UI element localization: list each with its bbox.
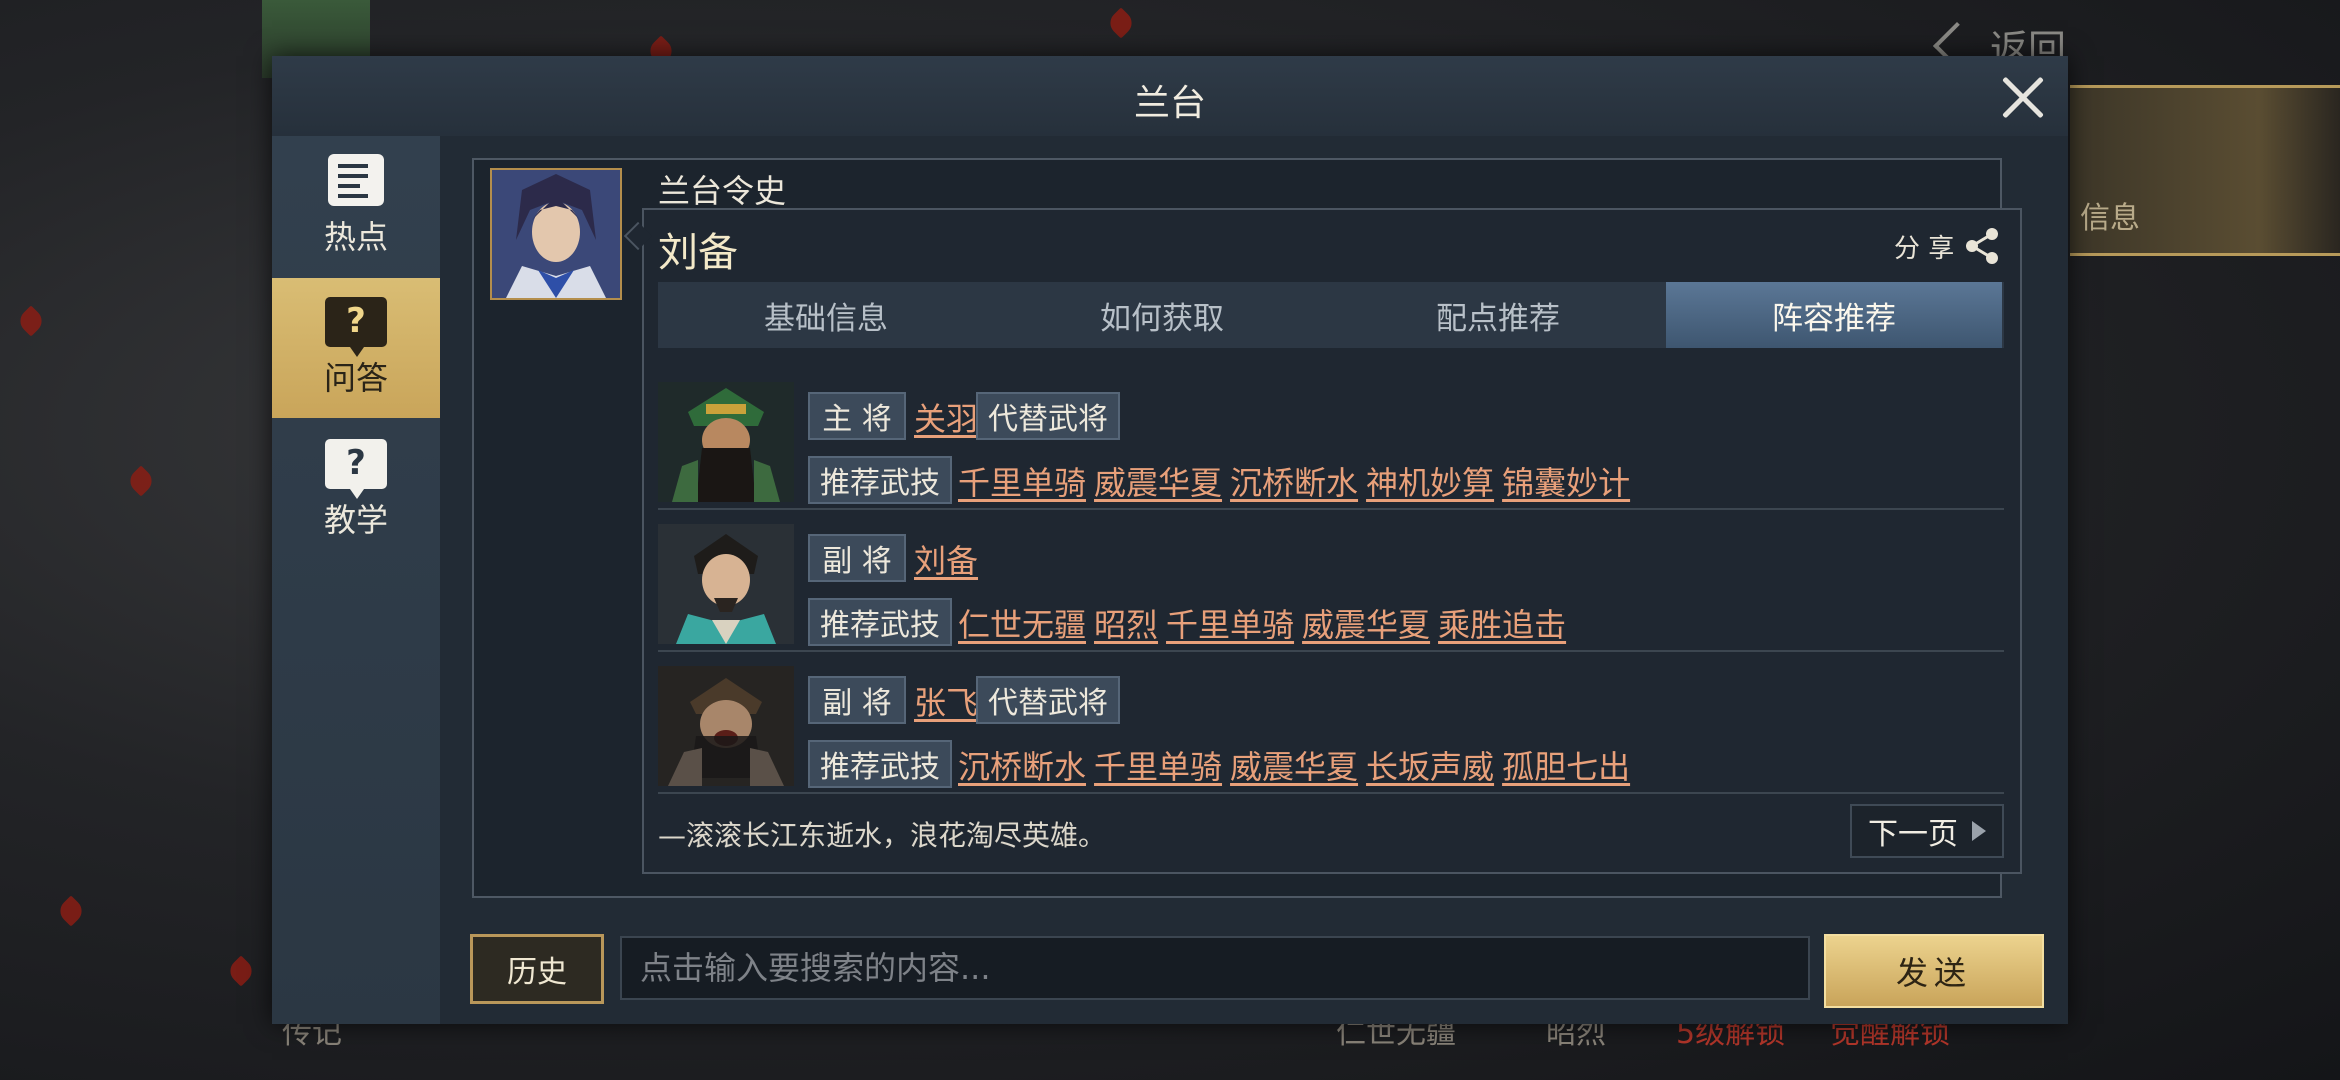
- play-arrow-icon: [1972, 821, 1986, 841]
- tab-basic-info[interactable]: 基础信息: [658, 282, 994, 348]
- maple-leaf-decoration: [1105, 7, 1137, 39]
- maple-leaf-decoration: [225, 955, 257, 987]
- role-badge: 主 将: [808, 392, 906, 440]
- role-badge: 副 将: [808, 676, 906, 724]
- sidebar-item-label: 教学: [323, 501, 388, 539]
- next-page-button[interactable]: 下一页: [1850, 804, 2004, 858]
- skill-link[interactable]: 昭烈: [1094, 600, 1158, 646]
- lantai-dialog: 兰台 热点 ? 问答 ? 教学 兰台令史 刘备 分 享 基础信息 如何获取 配点…: [272, 56, 2068, 1024]
- next-page-label: 下一页: [1868, 817, 1958, 852]
- tab-how-to-obtain[interactable]: 如何获取: [994, 282, 1330, 348]
- share-label: 分 享: [1894, 233, 1955, 264]
- skill-link[interactable]: 孤胆七出: [1502, 742, 1630, 788]
- search-input[interactable]: [620, 936, 1810, 1000]
- maple-leaf-decoration: [125, 465, 157, 497]
- answer-tabs: 基础信息 如何获取 配点推荐 阵容推荐: [658, 282, 2004, 348]
- lineup-row: 副 将 刘备 推荐武技 仁世无疆 昭烈 千里单骑 威震华夏 乘胜追击: [658, 510, 2004, 650]
- skill-link[interactable]: 神机妙算: [1366, 458, 1494, 504]
- skill-link[interactable]: 仁世无疆: [958, 600, 1086, 646]
- skill-link[interactable]: 沉桥断水: [958, 742, 1086, 788]
- general-link[interactable]: 关羽: [914, 394, 978, 440]
- sidebar-item-teach[interactable]: ? 教学: [272, 420, 440, 560]
- question-icon: ?: [325, 297, 387, 357]
- hero-name: 刘备: [658, 230, 738, 276]
- skill-link[interactable]: 威震华夏: [1230, 742, 1358, 788]
- skill-link[interactable]: 锦囊妙计: [1502, 458, 1630, 504]
- skill-link[interactable]: 威震华夏: [1302, 600, 1430, 646]
- question-icon: ?: [325, 439, 387, 499]
- general-link[interactable]: 刘备: [914, 536, 978, 582]
- alt-general-badge[interactable]: 代替武将: [976, 392, 1120, 440]
- send-button[interactable]: 发送: [1824, 934, 2044, 1008]
- history-button[interactable]: 历史: [470, 934, 604, 1004]
- skill-list: 千里单骑 威震华夏 沉桥断水 神机妙算 锦囊妙计: [958, 458, 1630, 504]
- skill-link[interactable]: 威震华夏: [1094, 458, 1222, 504]
- skill-link[interactable]: 千里单骑: [1094, 742, 1222, 788]
- row-divider: [658, 792, 2004, 794]
- skill-link[interactable]: 长坂声威: [1366, 742, 1494, 788]
- lineup-row: 副 将 张飞 代替武将 推荐武技 沉桥断水 千里单骑 威震华夏 长坂声威 孤胆七…: [658, 652, 2004, 792]
- sidebar-item-label: 热点: [323, 218, 388, 256]
- alt-general-badge[interactable]: 代替武将: [976, 676, 1120, 724]
- dialog-titlebar: 兰台: [272, 56, 2068, 137]
- general-portrait: [658, 666, 794, 786]
- background-info-panel: 信息: [2070, 85, 2340, 256]
- skill-label-badge: 推荐武技: [808, 598, 952, 646]
- skill-label-badge: 推荐武技: [808, 456, 952, 504]
- maple-leaf-decoration: [15, 305, 47, 337]
- dialog-title: 兰台: [1133, 83, 1206, 124]
- skill-list: 仁世无疆 昭烈 千里单骑 威震华夏 乘胜追击: [958, 600, 1566, 646]
- sidebar: 热点 ? 问答 ? 教学: [272, 136, 440, 1024]
- skill-link[interactable]: 千里单骑: [1166, 600, 1294, 646]
- background-info-label: 信息: [2080, 201, 2140, 236]
- speaker-name: 兰台令史: [658, 172, 787, 210]
- document-icon: [328, 154, 384, 206]
- share-button[interactable]: 分 享: [1894, 226, 2002, 266]
- maple-leaf-decoration: [55, 895, 87, 927]
- tab-stat-points[interactable]: 配点推荐: [1330, 282, 1666, 348]
- skill-link[interactable]: 乘胜追击: [1438, 600, 1566, 646]
- general-portrait: [658, 524, 794, 644]
- skill-link[interactable]: 沉桥断水: [1230, 458, 1358, 504]
- skill-list: 沉桥断水 千里单骑 威震华夏 长坂声威 孤胆七出: [958, 742, 1630, 788]
- sidebar-item-label: 问答: [323, 359, 388, 397]
- speaker-avatar: [490, 168, 622, 300]
- close-icon[interactable]: [1998, 72, 2048, 122]
- role-badge: 副 将: [808, 534, 906, 582]
- sidebar-item-qa[interactable]: ? 问答: [272, 278, 440, 418]
- lineup-row: 主 将 关羽 代替武将 推荐武技 千里单骑 威震华夏 沉桥断水 神机妙算 锦囊妙…: [658, 368, 2004, 508]
- sidebar-item-hot[interactable]: 热点: [272, 136, 440, 276]
- general-link[interactable]: 张飞: [914, 678, 978, 724]
- tab-lineup[interactable]: 阵容推荐: [1666, 282, 2002, 348]
- footer-quote: —滚滚长江东逝水，浪花淘尽英雄。: [658, 819, 1107, 852]
- skill-link[interactable]: 千里单骑: [958, 458, 1086, 504]
- general-portrait: [658, 382, 794, 502]
- share-icon: [1962, 226, 2002, 266]
- skill-label-badge: 推荐武技: [808, 740, 952, 788]
